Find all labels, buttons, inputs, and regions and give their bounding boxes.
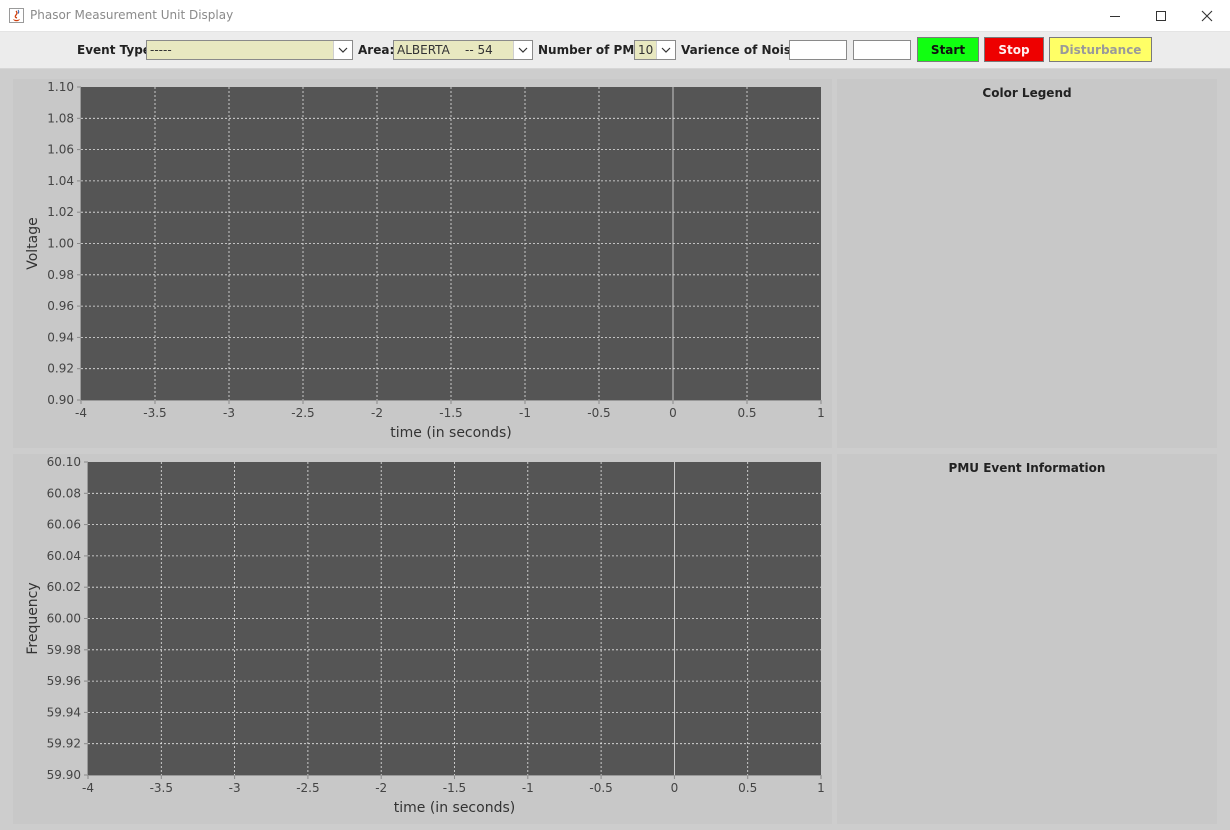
frequency-x-tick-label: -1.5	[443, 781, 466, 795]
frequency-y-tick-label: 60.08	[47, 486, 81, 500]
voltage-x-tick-label: 0.5	[737, 406, 756, 420]
voltage-y-tick-label: 0.92	[47, 362, 74, 376]
voltage-x-tick-label: -1	[519, 406, 531, 420]
area-label: Area:	[358, 43, 395, 57]
color-legend-panel: Color Legend	[837, 79, 1217, 448]
java-app-icon	[9, 8, 24, 23]
frequency-y-tick-label: 60.00	[47, 612, 81, 626]
frequency-x-tick-label: -3.5	[150, 781, 173, 795]
event-type-dropdown-arrow[interactable]	[333, 41, 352, 59]
voltage-y-axis-label: Voltage	[25, 217, 41, 270]
voltage-x-tick-label: -2.5	[291, 406, 314, 420]
voltage-y-tick-label: 1.00	[47, 237, 74, 251]
minimize-button[interactable]	[1092, 0, 1138, 31]
pmu-event-info-panel: PMU Event Information	[837, 454, 1217, 824]
close-icon	[1201, 10, 1213, 21]
frequency-x-axis-label: time (in seconds)	[394, 800, 515, 816]
noise-variance-input-1[interactable]	[789, 40, 847, 60]
voltage-x-tick-label: -1.5	[439, 406, 462, 420]
minimize-icon	[1110, 15, 1120, 17]
voltage-y-tick-label: 1.06	[47, 143, 74, 157]
maximize-button[interactable]	[1138, 0, 1184, 31]
pmu-count-dropdown-arrow[interactable]	[656, 41, 675, 59]
stop-button[interactable]: Stop	[984, 37, 1044, 62]
pmu-count-label: Number of PMU:	[538, 43, 649, 57]
window-title: Phasor Measurement Unit Display	[30, 8, 234, 22]
area-value: ALBERTA -- 54	[397, 43, 493, 57]
voltage-x-tick-label: -0.5	[587, 406, 610, 420]
voltage-x-axis-label: time (in seconds)	[390, 425, 511, 441]
maximize-icon	[1156, 10, 1166, 21]
frequency-y-tick-label: 60.04	[47, 549, 81, 563]
frequency-x-tick-label: -2.5	[296, 781, 319, 795]
frequency-x-tick-label: -2	[375, 781, 387, 795]
voltage-y-tick-label: 1.02	[47, 205, 74, 219]
frequency-y-tick-label: 59.96	[47, 674, 81, 688]
frequency-y-axis-label: Frequency	[25, 582, 41, 654]
voltage-y-tick-label: 0.98	[47, 268, 74, 282]
color-legend-title: Color Legend	[982, 86, 1072, 100]
chevron-down-icon	[518, 47, 528, 53]
pmu-event-info-title: PMU Event Information	[948, 461, 1106, 475]
frequency-chart: -4 -3.5 -3 -2.5 -2 -1.5 -1 -0.5 0 0.5 1 60.10 60.08 6…	[25, 455, 825, 816]
control-toolbar: Event Type: ----- Area: ALBERTA -- 54 Nu…	[0, 32, 1230, 69]
title-bar[interactable]: Phasor Measurement Unit Display	[0, 0, 1230, 32]
area-dropdown-arrow[interactable]	[513, 41, 532, 59]
frequency-x-tick-label: -4	[82, 781, 94, 795]
frequency-chart-panel: -4 -3.5 -3 -2.5 -2 -1.5 -1 -0.5 0 0.5 1 60.10 60.08 6…	[13, 454, 832, 824]
voltage-y-tick-label: 0.94	[47, 330, 74, 344]
voltage-chart: -4 -3.5 -3 -2.5 -2 -1.5 -1 -0.5 0 0.5 1 1.10 1.08 1.0…	[25, 80, 825, 441]
pmu-count-value: 10	[638, 43, 654, 57]
voltage-chart-panel: -4 -3.5 -3 -2.5 -2 -1.5 -1 -0.5 0 0.5 1 1.10 1.08 1.0…	[13, 79, 832, 448]
frequency-y-tick-label: 60.02	[47, 580, 81, 594]
frequency-y-tick-label: 59.90	[47, 768, 81, 782]
voltage-y-tick-label: 0.90	[47, 393, 74, 407]
frequency-y-tick-label: 60.10	[47, 455, 81, 469]
frequency-x-tick-label: 0.5	[738, 781, 757, 795]
voltage-y-tick-label: 1.04	[47, 174, 74, 188]
frequency-x-tick-label: 1	[817, 781, 825, 795]
voltage-y-tick-label: 1.08	[47, 111, 74, 125]
voltage-y-tick-label: 0.96	[47, 299, 74, 313]
frequency-y-tick-label: 60.06	[47, 518, 81, 532]
chevron-down-icon	[338, 47, 348, 53]
voltage-x-tick-label: -4	[75, 406, 87, 420]
voltage-x-tick-label: 0	[669, 406, 677, 420]
voltage-x-tick-label: 1	[817, 406, 825, 420]
frequency-y-tick-label: 59.94	[47, 705, 81, 719]
frequency-x-tick-label: -0.5	[589, 781, 612, 795]
voltage-x-tick-label: -2	[371, 406, 383, 420]
voltage-x-tick-label: -3	[223, 406, 235, 420]
start-button[interactable]: Start	[917, 37, 979, 62]
pmu-count-select[interactable]: 10	[634, 40, 676, 60]
voltage-x-tick-label: -3.5	[143, 406, 166, 420]
chevron-down-icon	[661, 47, 671, 53]
area-select[interactable]: ALBERTA -- 54	[393, 40, 533, 60]
event-type-select[interactable]: -----	[146, 40, 353, 60]
noise-variance-label: Varience of Noise:	[681, 43, 804, 57]
close-button[interactable]	[1184, 0, 1230, 31]
app-window: Phasor Measurement Unit Display Event Ty…	[0, 0, 1230, 830]
voltage-y-tick-label: 1.10	[47, 80, 74, 94]
frequency-x-tick-label: -1	[522, 781, 534, 795]
event-type-value: -----	[150, 43, 172, 57]
frequency-x-tick-label: -3	[229, 781, 241, 795]
frequency-x-tick-label: 0	[671, 781, 679, 795]
frequency-y-tick-label: 59.98	[47, 643, 81, 657]
frequency-y-tick-label: 59.92	[47, 737, 81, 751]
event-type-label: Event Type:	[77, 43, 156, 57]
disturbance-button[interactable]: Disturbance	[1049, 37, 1152, 62]
noise-variance-input-2[interactable]	[853, 40, 911, 60]
